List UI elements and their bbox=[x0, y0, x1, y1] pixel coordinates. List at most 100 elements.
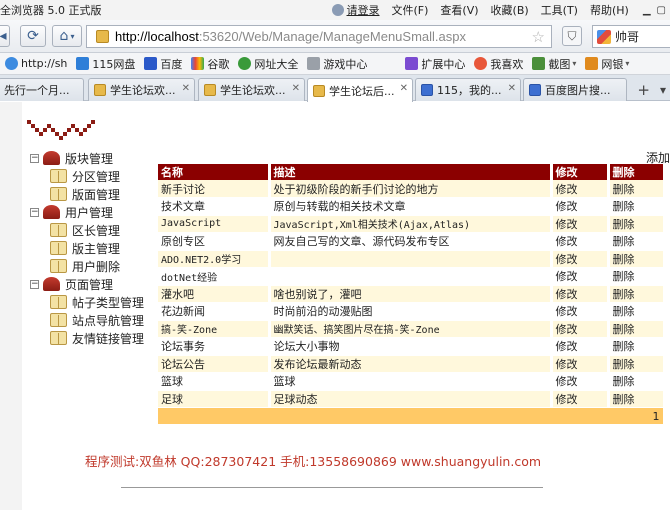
cell-desc: 论坛大小事物 bbox=[269, 337, 553, 356]
tree-group-user[interactable]: − 用户管理 bbox=[30, 203, 144, 221]
back-button[interactable]: ◂ bbox=[0, 25, 10, 47]
tree-group-page[interactable]: − 页面管理 bbox=[30, 275, 144, 293]
edit-link[interactable]: 修改 bbox=[551, 197, 610, 216]
delete-link[interactable]: 删除 bbox=[608, 337, 666, 356]
ie-icon bbox=[5, 57, 18, 70]
tab-list-icon[interactable]: ▾ bbox=[660, 83, 666, 97]
cell-name: 原创专区 bbox=[158, 232, 271, 251]
home-button[interactable]: ⌂ ▾ bbox=[52, 25, 82, 47]
tab-5[interactable]: 百度图片搜... bbox=[523, 78, 627, 101]
tree-item-forum[interactable]: 版面管理 bbox=[30, 185, 144, 203]
menu-favorites[interactable]: 收藏(B) bbox=[491, 2, 529, 18]
site-favicon-icon bbox=[96, 30, 109, 43]
cell-name: JavaScript bbox=[158, 215, 271, 233]
tab-tools: + ▾ bbox=[637, 78, 670, 101]
favorite-item-8[interactable]: 截图 ▾ bbox=[532, 56, 576, 72]
cell-desc: JavaScript,Xml相关技术(Ajax,Atlas) bbox=[269, 215, 553, 233]
favorite-item-7[interactable]: 我喜欢 bbox=[474, 56, 523, 72]
book-icon bbox=[50, 223, 67, 237]
tab-3-active[interactable]: 学生论坛后... ✕ bbox=[307, 78, 413, 102]
edit-link[interactable]: 修改 bbox=[551, 302, 610, 321]
edit-link[interactable]: 修改 bbox=[551, 372, 610, 391]
delete-link[interactable]: 删除 bbox=[608, 232, 666, 251]
page-number[interactable]: 1 bbox=[158, 407, 666, 425]
delete-link[interactable]: 删除 bbox=[608, 197, 666, 216]
header-desc: 描述 bbox=[269, 164, 553, 180]
tree-item-zone[interactable]: 分区管理 bbox=[30, 167, 144, 185]
tree-item-zone-chief[interactable]: 区长管理 bbox=[30, 221, 144, 239]
tree-item-post-type[interactable]: 帖子类型管理 bbox=[30, 293, 144, 311]
favorite-item-2[interactable]: 百度 bbox=[144, 56, 182, 72]
collapse-icon[interactable]: − bbox=[30, 279, 39, 289]
delete-link[interactable]: 删除 bbox=[608, 285, 666, 303]
home-icon: ⌂ bbox=[59, 28, 69, 44]
close-icon[interactable]: ✕ bbox=[400, 83, 408, 94]
edit-link[interactable]: 修改 bbox=[551, 355, 610, 373]
tab-0[interactable]: 先行一个月... bbox=[0, 78, 84, 101]
edit-link[interactable]: 修改 bbox=[551, 320, 610, 338]
menu-help[interactable]: 帮助(H) bbox=[590, 2, 629, 18]
collapse-icon[interactable]: − bbox=[30, 207, 39, 217]
new-tab-icon[interactable]: + bbox=[637, 81, 650, 99]
delete-link[interactable]: 删除 bbox=[608, 180, 666, 198]
user-account-button[interactable]: 帅哥 bbox=[592, 25, 670, 48]
refresh-button[interactable]: ⟳ bbox=[20, 25, 46, 47]
delete-link[interactable]: 删除 bbox=[608, 372, 666, 391]
edit-link[interactable]: 修改 bbox=[551, 390, 610, 408]
edit-link[interactable]: 修改 bbox=[551, 232, 610, 251]
delete-link[interactable]: 删除 bbox=[608, 390, 666, 408]
favorite-item-5[interactable]: 游戏中心 bbox=[307, 56, 367, 72]
address-bar[interactable]: http://localhost:53620/Web/Manage/Manage… bbox=[86, 25, 552, 48]
minimize-icon[interactable]: ▁ bbox=[643, 5, 651, 16]
tree-item-site-nav[interactable]: 站点导航管理 bbox=[30, 311, 144, 329]
bookmark-star-icon[interactable]: ☆ bbox=[532, 28, 545, 46]
tab-4[interactable]: 115，我的... ✕ bbox=[415, 78, 521, 101]
cloud-icon bbox=[76, 57, 90, 70]
close-icon[interactable]: ✕ bbox=[292, 83, 300, 94]
menu-tools[interactable]: 工具(T) bbox=[541, 2, 578, 18]
table-row: 原创专区 网友自己写的文章、源代码发布专区 修改 删除 bbox=[158, 232, 666, 251]
site-logo-icon bbox=[27, 120, 95, 140]
cell-desc bbox=[269, 267, 553, 286]
close-icon[interactable]: ✕ bbox=[182, 83, 190, 94]
user-logo-icon bbox=[597, 29, 611, 44]
tree-item-user-delete[interactable]: 用户删除 bbox=[30, 257, 144, 275]
edit-link[interactable]: 修改 bbox=[551, 180, 610, 198]
favorite-item-6[interactable]: 扩展中心 bbox=[405, 56, 465, 72]
favorite-item-1[interactable]: 115网盘 bbox=[76, 56, 135, 72]
edit-link[interactable]: 修改 bbox=[551, 215, 610, 233]
favorite-item-9[interactable]: 网银 ▾ bbox=[585, 56, 629, 72]
edit-link[interactable]: 修改 bbox=[551, 267, 610, 286]
delete-link[interactable]: 删除 bbox=[608, 215, 666, 233]
edit-link[interactable]: 修改 bbox=[551, 250, 610, 268]
cell-desc: 篮球 bbox=[269, 372, 553, 391]
maximize-icon[interactable]: ▢ bbox=[657, 5, 666, 16]
security-shield-button[interactable]: ⛉ bbox=[562, 26, 582, 46]
tab-2[interactable]: 学生论坛欢... ✕ bbox=[198, 78, 305, 101]
menu-view[interactable]: 查看(V) bbox=[440, 2, 478, 18]
delete-link[interactable]: 删除 bbox=[608, 267, 666, 286]
collapse-icon[interactable]: − bbox=[30, 153, 39, 163]
chevron-down-icon: ▾ bbox=[572, 59, 577, 68]
cell-desc bbox=[269, 250, 553, 268]
edit-link[interactable]: 修改 bbox=[551, 337, 610, 356]
close-icon[interactable]: ✕ bbox=[508, 83, 516, 94]
tab-1[interactable]: 学生论坛欢... ✕ bbox=[88, 78, 195, 101]
delete-link[interactable]: 删除 bbox=[608, 355, 666, 373]
favorite-item-0[interactable]: http://sh bbox=[5, 57, 67, 70]
delete-link[interactable]: 删除 bbox=[608, 250, 666, 268]
favorite-item-3[interactable]: 谷歌 bbox=[191, 56, 229, 72]
header-delete: 删除 bbox=[608, 164, 666, 180]
chevron-down-icon: ▾ bbox=[70, 31, 75, 41]
tree-item-moderator[interactable]: 版主管理 bbox=[30, 239, 144, 257]
login-link[interactable]: 请登录 bbox=[331, 2, 380, 18]
tree-item-friend-links[interactable]: 友情链接管理 bbox=[30, 329, 144, 347]
avatar-icon bbox=[331, 4, 344, 16]
title-bar: 全浏览器 5.0 正式版 请登录 文件(F) 查看(V) 收藏(B) 工具(T)… bbox=[0, 0, 670, 20]
menu-file[interactable]: 文件(F) bbox=[392, 2, 429, 18]
delete-link[interactable]: 删除 bbox=[608, 302, 666, 321]
tree-group-board[interactable]: − 版块管理 bbox=[30, 149, 144, 167]
delete-link[interactable]: 删除 bbox=[608, 320, 666, 338]
edit-link[interactable]: 修改 bbox=[551, 285, 610, 303]
favorite-item-4[interactable]: 网址大全 bbox=[238, 56, 298, 72]
